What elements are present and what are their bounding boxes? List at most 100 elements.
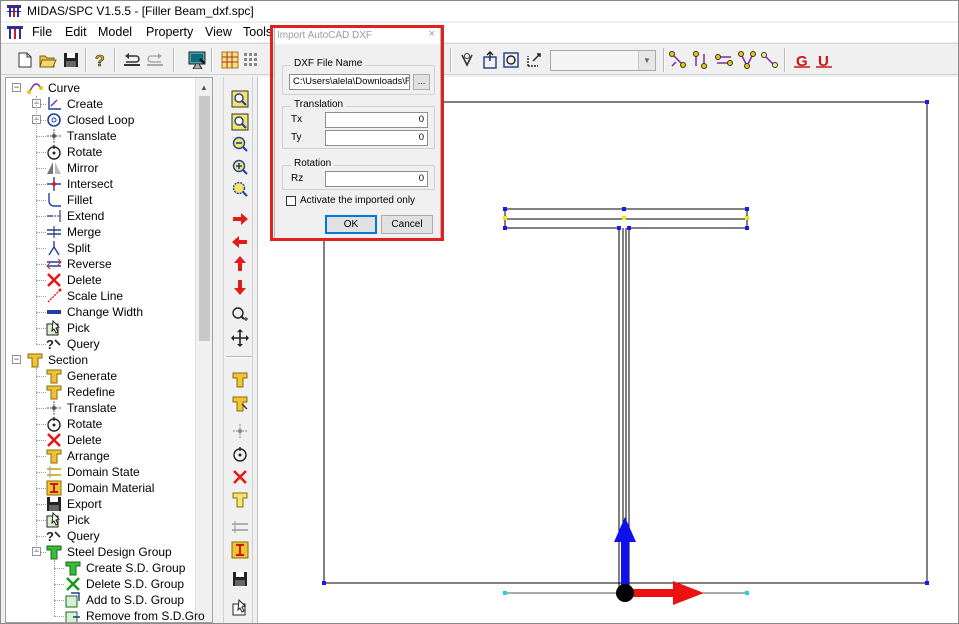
tree-item-label: Scale Line [67,289,124,303]
change-width-icon [46,304,62,320]
pick-icon [46,511,62,528]
toolbar-separator [226,356,252,358]
node-group-icon[interactable] [737,50,757,70]
chevron-down-icon[interactable]: ▼ [638,51,655,70]
pan-left-icon[interactable] [230,232,250,252]
cancel-button[interactable]: Cancel [381,215,433,234]
menu-property[interactable]: Property [146,25,193,39]
tree-line [36,248,46,249]
section-b-icon[interactable] [501,50,521,70]
curve-group-icon [27,80,43,96]
mesh-view-icon[interactable] [187,50,207,70]
toolbar-separator [663,48,665,72]
mdi-child-icon[interactable] [7,26,23,39]
axis-icon[interactable] [524,50,544,70]
redo-icon[interactable] [145,50,165,70]
open-icon[interactable] [38,50,58,70]
scroll-thumb[interactable] [199,96,210,341]
menu-view[interactable]: View [205,25,232,39]
menu-tools[interactable]: Tools [243,25,272,39]
tree-item-label: Create [67,97,104,111]
rotate-icon [46,416,62,432]
ok-button[interactable]: OK [325,215,377,234]
axis-y-icon [614,517,636,594]
tree-item-label: Remove from S.D.Gro [86,609,205,623]
check-icon[interactable] [457,50,477,70]
section-generate-icon[interactable] [230,370,250,390]
translate-icon[interactable] [230,421,250,441]
pan-right-icon[interactable] [230,209,250,229]
domain-material-icon[interactable] [230,540,250,560]
rotate-icon[interactable] [230,444,250,464]
zoom-fit-icon[interactable] [230,89,250,109]
app-window: MIDAS/SPC V1.5.5 - [Filler Beam_dxf.spc]… [0,0,959,624]
translate-icon [46,128,62,144]
ty-field[interactable]: 0 [325,130,428,146]
section-expander[interactable]: − [12,355,21,364]
curve-expander[interactable]: − [12,83,21,92]
grid-icon[interactable] [220,50,240,70]
pick-icon[interactable] [230,598,250,618]
save-icon[interactable] [61,50,81,70]
close-icon[interactable]: × [429,28,435,40]
rotate-icon [46,144,62,160]
zoom-region-icon[interactable] [230,179,250,199]
zoom-out-icon[interactable] [230,134,250,154]
rz-field[interactable]: 0 [325,171,428,187]
domain-state-icon[interactable] [230,517,250,537]
section-redefine-icon[interactable] [230,394,250,414]
toolbar-combo[interactable]: ▼ [550,50,656,71]
browse-button[interactable]: ... [413,74,430,90]
menu-edit[interactable]: Edit [65,25,87,39]
toolbar-separator [114,48,116,72]
pan-up-icon[interactable] [230,254,250,274]
menu-model[interactable]: Model [98,25,132,39]
dxf-file-path-field[interactable]: C:\Users\alela\Downloads\Fil [289,74,410,90]
node-select-icon[interactable] [760,50,780,70]
menu-file[interactable]: File [32,25,52,39]
tree-item-label: Split [67,241,91,255]
tree-scrollbar[interactable]: ▲ [195,78,212,622]
node-swap-icon[interactable] [714,50,734,70]
tree-item-label: Curve [48,81,81,95]
new-icon[interactable] [15,50,35,70]
tree-item-label: Steel Design Group [67,545,172,559]
tree-item-label: Pick [67,321,90,335]
tx-field[interactable]: 0 [325,112,428,128]
node-copy-icon[interactable] [691,50,711,70]
translation-group-label: Translation [291,99,347,110]
zoom-window-icon[interactable] [230,112,250,132]
node-move-icon[interactable] [668,50,688,70]
scroll-up-icon[interactable]: ▲ [198,81,210,93]
tree-line [36,456,46,457]
pan-icon[interactable] [230,328,250,348]
u-display-icon[interactable]: U [814,50,834,70]
zoom-dynamic-icon[interactable] [230,305,250,325]
tree-line [36,368,37,552]
undo-icon[interactable] [122,50,142,70]
intersect-icon [46,176,62,192]
tree-line [36,280,46,281]
pan-down-icon[interactable] [230,277,250,297]
arrange-icon[interactable] [230,490,250,510]
zoom-in-icon[interactable] [230,157,250,177]
export-icon[interactable] [230,569,250,589]
section-a-icon[interactable] [480,50,500,70]
rotation-group: Rotation Rz 0 [282,158,435,190]
tree-line [54,616,64,617]
tree-item-label: Section [48,353,89,367]
tree-line [36,328,46,329]
merge-icon [46,224,62,240]
svg-text:?: ? [95,53,105,69]
remove-sd-group-icon [65,608,81,622]
g-display-icon[interactable]: G [792,50,812,70]
tree-item-label: Rotate [67,417,103,431]
activate-imported-checkbox[interactable] [286,196,296,206]
tree-item-label: Create S.D. Group [86,561,186,575]
delete-icon[interactable] [230,467,250,487]
help-icon[interactable]: ? [90,50,110,70]
tree-item-label: Domain Material [67,481,155,495]
dots-grid-icon[interactable] [241,50,261,70]
query-icon: ? [46,528,62,544]
main-toolbar: ? ▼ G U [1,43,958,75]
